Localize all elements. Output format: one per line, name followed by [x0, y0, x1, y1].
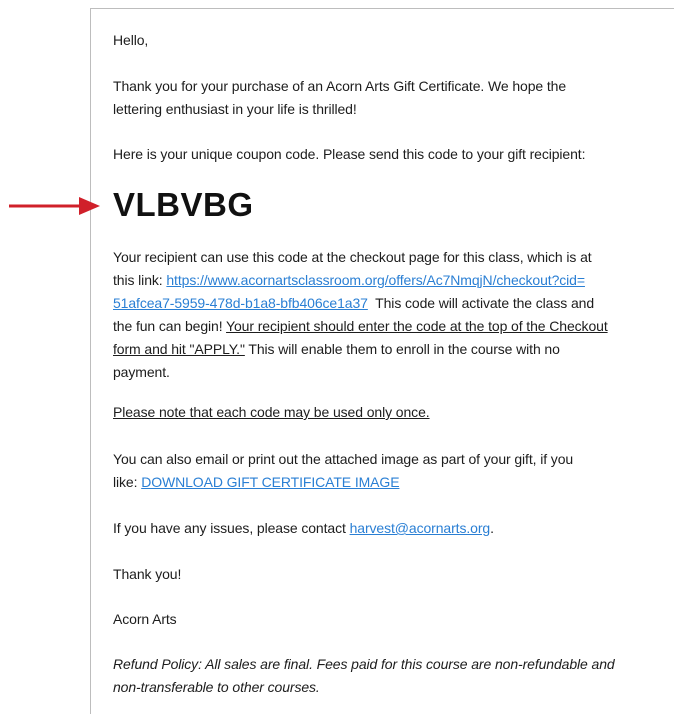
refund-line-1: Refund Policy: All sales are final. Fees… — [113, 656, 615, 672]
image-line-2-prefix: like: — [113, 474, 142, 490]
recipient-line-5-suffix: This will enable them to enroll in the c… — [244, 341, 560, 357]
image-paragraph: You can also email or print out the atta… — [113, 448, 653, 494]
issues-prefix: If you have any issues, please contact — [113, 520, 350, 536]
thanks: Thank you! — [113, 566, 182, 582]
intro-line-2: lettering enthusiast in your life is thr… — [113, 101, 357, 117]
download-certificate-link[interactable]: DOWNLOAD GIFT CERTIFICATE IMAGE — [141, 474, 399, 490]
recipient-paragraph: Your recipient can use this code at the … — [113, 246, 653, 384]
coupon-code: VLBVBG — [113, 186, 254, 223]
recipient-line-6: payment. — [113, 364, 170, 380]
once-note: Please note that each code may be used o… — [113, 401, 653, 424]
code-intro: Here is your unique coupon code. Please … — [113, 146, 586, 162]
recipient-instruction-2: form and hit "APPLY." — [113, 341, 245, 357]
image-line-1: You can also email or print out the atta… — [113, 451, 574, 467]
intro-paragraph: Thank you for your purchase of an Acorn … — [113, 75, 653, 121]
contact-email-link[interactable]: harvest@acornarts.org — [350, 520, 491, 536]
recipient-line-1: Your recipient can use this code at the … — [113, 249, 592, 265]
intro-line-1: Thank you for your purchase of an Acorn … — [113, 78, 567, 94]
checkout-link-part-2[interactable]: 51afcea7-5959-478d-b1a8-bfb406ce1a37 — [113, 295, 368, 311]
signature: Acorn Arts — [113, 611, 177, 627]
recipient-instruction-1: Your recipient should enter the code at … — [226, 318, 608, 334]
issues-paragraph: If you have any issues, please contact h… — [113, 517, 653, 540]
issues-suffix: . — [490, 520, 494, 536]
once-note-text: Please note that each code may be used o… — [113, 404, 430, 420]
refund-policy: Refund Policy: All sales are final. Fees… — [113, 653, 653, 699]
recipient-line-3-suffix: This code will activate the class and — [367, 295, 595, 311]
refund-line-2: non-transferable to other courses. — [113, 679, 320, 695]
right-arrow-icon — [9, 197, 100, 215]
checkout-link-part-1[interactable]: https://www.acornartsclassroom.org/offer… — [166, 272, 585, 288]
recipient-line-4-prefix: the fun can begin! — [113, 318, 227, 334]
recipient-line-2-prefix: this link: — [113, 272, 167, 288]
greeting: Hello, — [113, 32, 149, 48]
